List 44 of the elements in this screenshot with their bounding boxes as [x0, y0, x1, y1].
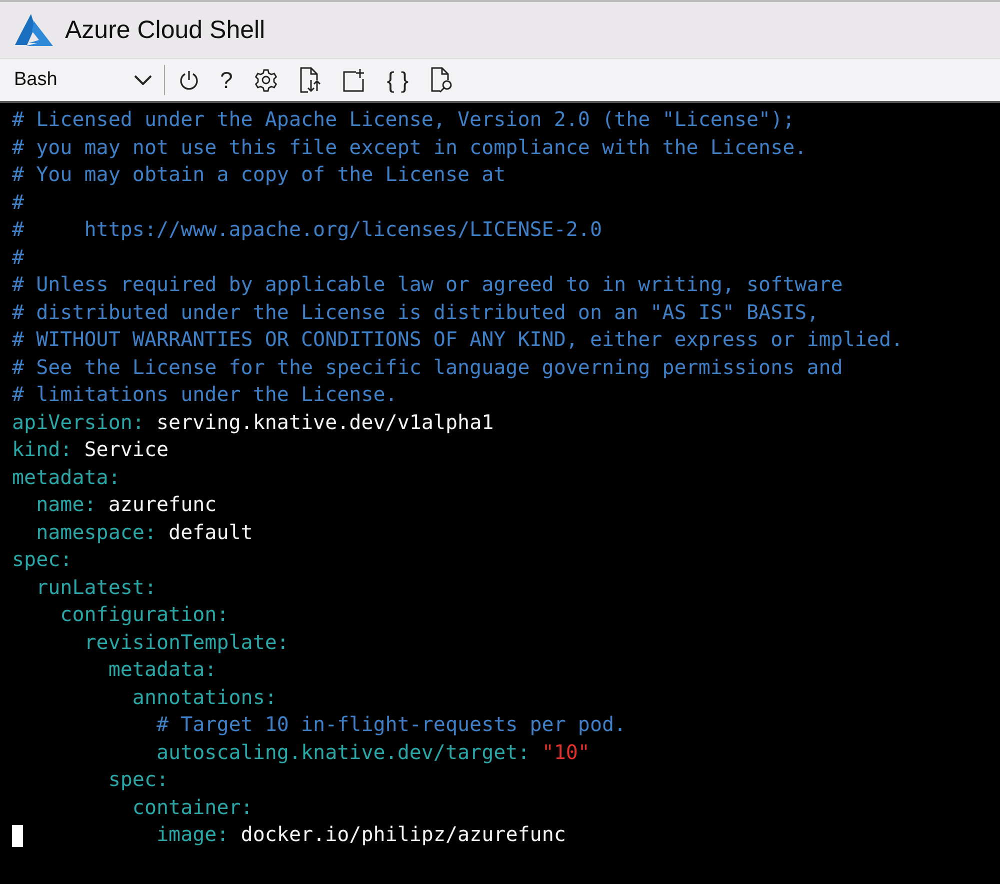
yaml-value: Service	[84, 437, 169, 461]
code-comment: # See the License for the specific language governing permissions and	[12, 354, 843, 378]
code-comment: # You may obtain a copy of the License at	[12, 162, 506, 186]
code-comment: # WITHOUT WARRANTIES OR CONDITIONS OF ANY KIND, either express or implied.	[12, 327, 904, 351]
yaml-key: spec:	[12, 547, 72, 571]
yaml-key: runLatest:	[12, 574, 156, 598]
yaml-key: container:	[12, 794, 253, 818]
yaml-key: metadata:	[12, 464, 120, 488]
yaml-key: revisionTemplate:	[12, 630, 289, 654]
code-comment: # Licensed under the Apache License, Version 2.0 (the "License");	[12, 107, 795, 131]
code-comment: # https://www.apache.org/licenses/LICENSE-2.0	[12, 217, 602, 241]
window-title: Azure Cloud Shell	[65, 16, 266, 44]
code-comment: # Unless required by applicable law or agreed to in writing, software	[12, 272, 843, 296]
yaml-key: metadata:	[12, 657, 217, 681]
yaml-value: default	[168, 520, 253, 544]
shell-dropdown[interactable]: Bash	[14, 69, 152, 91]
chevron-down-icon	[134, 75, 152, 85]
yaml-key: name:	[12, 492, 96, 516]
editor-button[interactable]: { }	[386, 66, 409, 94]
yaml-key: kind:	[12, 437, 72, 461]
yaml-value: azurefunc	[108, 492, 217, 516]
yaml-key: configuration:	[12, 602, 229, 626]
code-comment: # distributed under the License is distributed on an "AS IS" BASIS,	[12, 300, 819, 324]
file-preview-icon[interactable]	[430, 67, 454, 93]
azure-logo-icon	[15, 13, 53, 47]
yaml-value: docker.io/philipz/azurefunc	[240, 822, 566, 846]
yaml-key: image:	[12, 822, 229, 846]
code-comment: # limitations under the License.	[12, 382, 398, 406]
power-icon[interactable]	[179, 69, 199, 91]
code-comment: #	[12, 244, 24, 268]
yaml-key: apiVersion:	[12, 410, 144, 434]
yaml-key: spec:	[12, 767, 169, 791]
yaml-value: serving.knative.dev/v1alpha1	[156, 410, 494, 434]
help-button[interactable]: ?	[220, 66, 233, 94]
yaml-key: annotations:	[12, 684, 277, 708]
code-comment: # you may not use this file except in compliance with the License.	[12, 134, 807, 158]
yaml-key: autoscaling.knative.dev/target:	[12, 740, 530, 764]
file-transfer-icon[interactable]	[298, 67, 321, 93]
code-comment: #	[12, 190, 24, 214]
settings-icon[interactable]	[254, 68, 278, 92]
string-value: "10"	[542, 740, 590, 764]
code-comment: # Target 10 in-flight-requests per pod.	[155, 712, 626, 736]
yaml-key: namespace:	[12, 520, 156, 544]
new-window-icon[interactable]	[342, 68, 366, 92]
